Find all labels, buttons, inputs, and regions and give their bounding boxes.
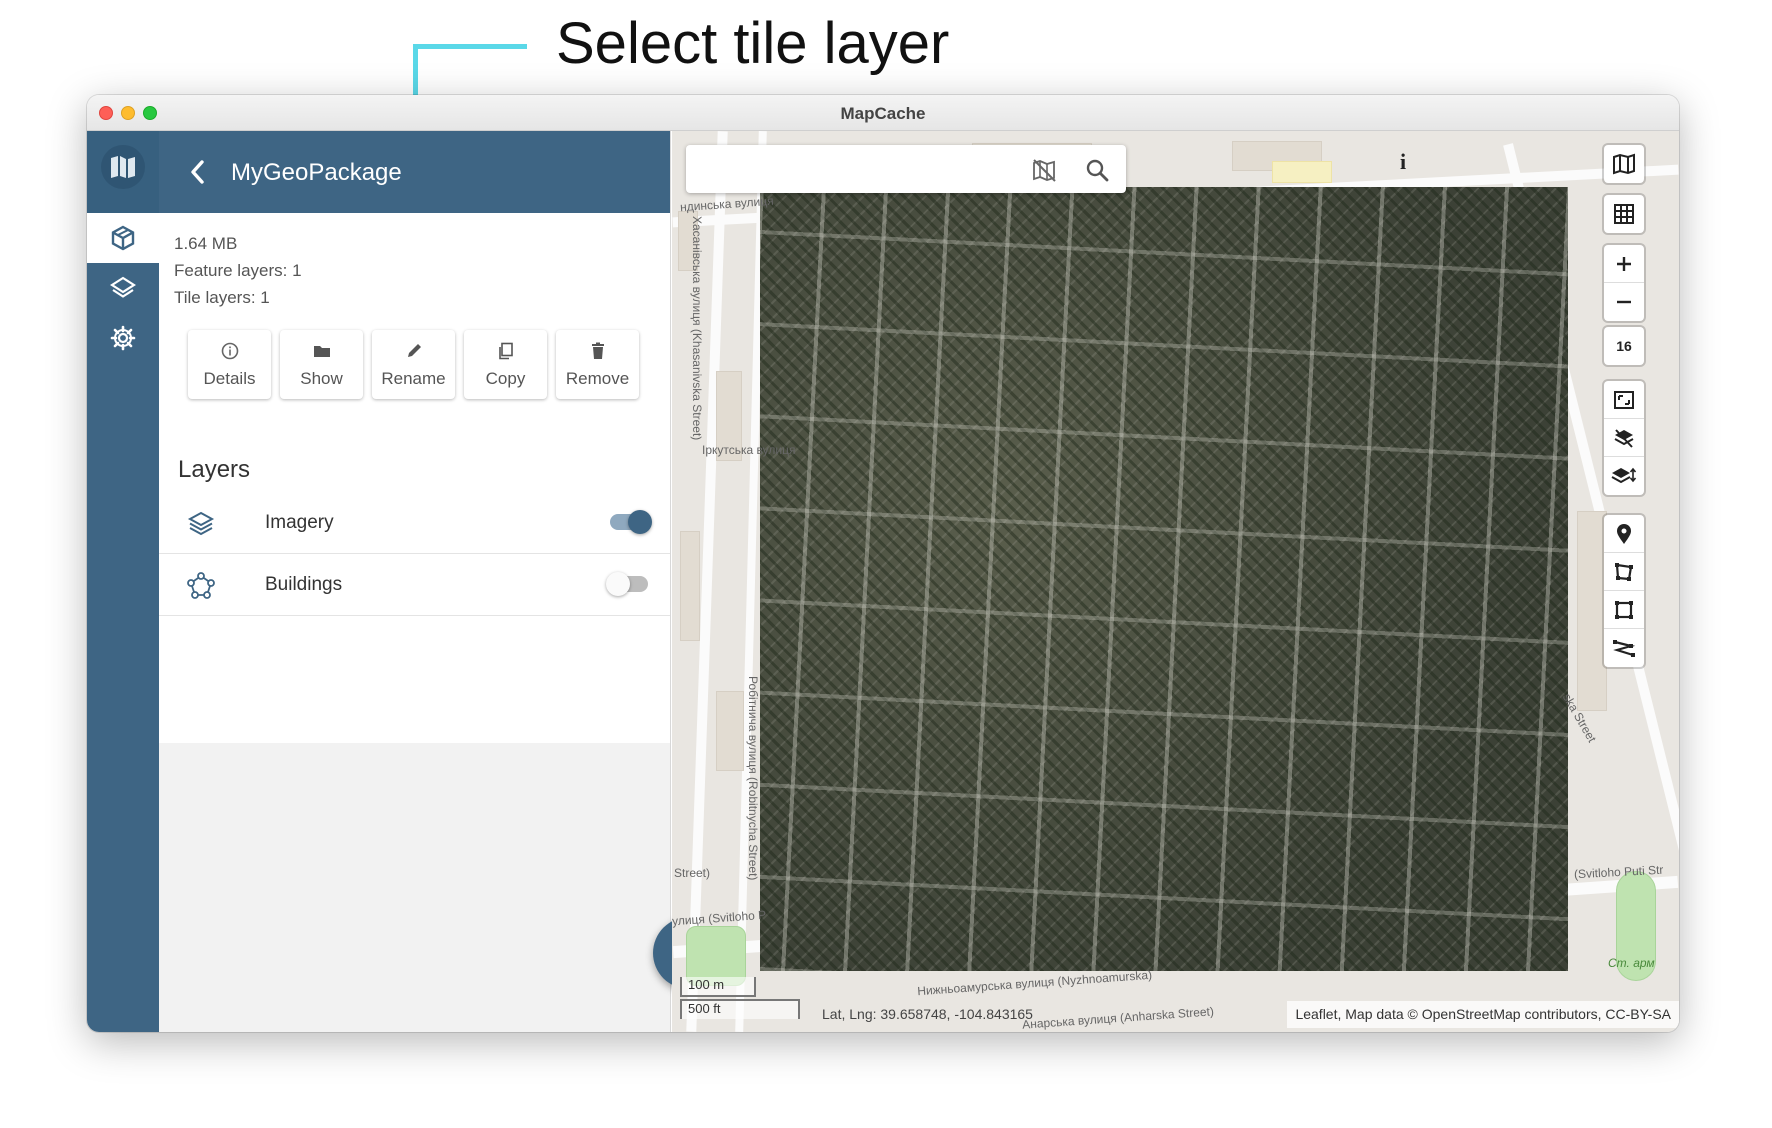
basemap-control	[1604, 145, 1644, 183]
lat-lng-readout: Lat, Lng: 39.658748, -104.843165	[822, 1006, 1033, 1022]
street-label: Робітнича вулиця (Robitnycha Street)	[746, 676, 760, 881]
map-block	[680, 531, 700, 641]
marker-icon[interactable]	[1604, 515, 1644, 553]
map-search-input[interactable]	[696, 153, 1026, 185]
rename-button[interactable]: Rename	[372, 330, 455, 399]
map-block	[716, 691, 744, 771]
app-window: MapCache MyGeoPackage 1.64 MB Feature la…	[87, 95, 1679, 1032]
settings-gear-icon[interactable]	[109, 324, 137, 352]
zoom-control	[1604, 245, 1644, 321]
copy-label: Copy	[485, 368, 526, 388]
map-info-glyph: i	[1400, 149, 1407, 174]
layer-label-imagery: Imagery	[265, 512, 334, 533]
buildings-visibility-toggle[interactable]	[606, 572, 648, 596]
pencil-icon	[404, 341, 424, 361]
chevron-left-icon[interactable]	[185, 157, 211, 187]
geopackage-panel: MyGeoPackage 1.64 MB Feature layers: 1 T…	[159, 131, 725, 1032]
zoom-out-icon[interactable]	[1604, 283, 1644, 321]
remove-label: Remove	[565, 368, 630, 388]
window-title: MapCache	[840, 104, 926, 123]
grid-control	[1604, 195, 1644, 233]
imagery-visibility-toggle[interactable]	[610, 510, 652, 534]
show-label: Show	[300, 368, 343, 388]
map-off-icon[interactable]	[1031, 157, 1057, 183]
details-label: Details	[203, 368, 256, 388]
trash-icon	[588, 341, 608, 361]
zoom-in-icon[interactable]	[1604, 245, 1644, 283]
show-button[interactable]: Show	[280, 330, 363, 399]
nav-rail	[87, 131, 159, 1032]
map-view[interactable]: Хасанівська вулиця (Khasanivska Street) …	[672, 131, 1679, 1032]
layers-heading: Layers	[178, 456, 251, 483]
layer-label-buildings: Buildings	[265, 574, 343, 595]
mapcache-logo-icon[interactable]	[101, 145, 145, 189]
annotation-connector-horizontal	[413, 44, 527, 49]
toggle-knob	[606, 572, 630, 596]
draw-tools-control	[1604, 515, 1644, 667]
info-circle-icon	[220, 341, 240, 361]
basemap-icon[interactable]	[1604, 145, 1644, 183]
tile-layer-count: Tile layers: 1	[174, 288, 270, 307]
remove-button[interactable]: Remove	[556, 330, 639, 399]
copy-button[interactable]: Copy	[464, 330, 547, 399]
zoom-level-control: 16	[1604, 327, 1644, 365]
feature-layer-count: Feature layers: 1	[174, 261, 302, 280]
street-label: Нижньоамурська вулиця (Nyzhnoamurska)	[916, 967, 1153, 999]
map-search-box	[686, 145, 1126, 193]
copy-icon	[496, 341, 516, 361]
fit-bounds-icon[interactable]	[1604, 381, 1644, 419]
highlight-road	[1272, 161, 1332, 183]
toggle-knob	[628, 510, 652, 534]
layer-row-imagery[interactable]: Imagery	[159, 492, 670, 554]
panel-header: MyGeoPackage	[159, 131, 670, 213]
scale-imperial: 500 ft	[680, 999, 800, 1019]
map-block	[1577, 511, 1607, 711]
layers-icon[interactable]	[109, 274, 137, 302]
geopackage-size: 1.64 MB	[174, 234, 238, 253]
layer-row-buildings[interactable]: Buildings	[159, 554, 670, 616]
street-label: Анарська вулиця (Anharska Street)	[1021, 1004, 1215, 1032]
screenshot-stage: Select tile layer MapCache MyGeoPackage …	[0, 0, 1772, 1128]
rectangle-icon[interactable]	[1604, 591, 1644, 629]
annotation-title: Select tile layer	[556, 11, 950, 76]
street-label: Ст. арм	[1608, 956, 1655, 970]
polyline-icon[interactable]	[1604, 629, 1644, 667]
folder-icon	[312, 341, 332, 361]
zoom-level: 16	[1604, 327, 1644, 365]
geopackage-icon[interactable]	[109, 224, 137, 252]
scale-metric: 100 m	[680, 977, 756, 997]
street-label: Хасанівська вулиця (Khasanivska Street)	[690, 216, 704, 441]
grid-icon[interactable]	[1604, 195, 1644, 233]
details-button[interactable]: Details	[188, 330, 271, 399]
zoom-level-value: 16	[1616, 338, 1632, 354]
map-attribution: Leaflet, Map data © OpenStreetMap contri…	[1287, 1001, 1679, 1028]
imagery-tile-layer	[760, 187, 1568, 971]
search-icon[interactable]	[1084, 157, 1110, 183]
clear-layers-icon[interactable]	[1604, 419, 1644, 457]
window-titlebar: MapCache	[87, 95, 1679, 131]
layer-order-icon[interactable]	[1604, 457, 1644, 495]
rename-label: Rename	[381, 368, 446, 388]
polygon-icon[interactable]	[1604, 553, 1644, 591]
layer-tools-control	[1604, 381, 1644, 495]
street-label: Street)	[674, 866, 711, 880]
geopackage-title: MyGeoPackage	[231, 159, 402, 186]
feature-polygon-icon	[187, 572, 215, 600]
street-label: Іркутська вулиця	[702, 443, 796, 457]
tile-layers-icon	[187, 510, 215, 538]
geopackage-actions: Details Show Rename Copy Remove	[188, 330, 639, 399]
